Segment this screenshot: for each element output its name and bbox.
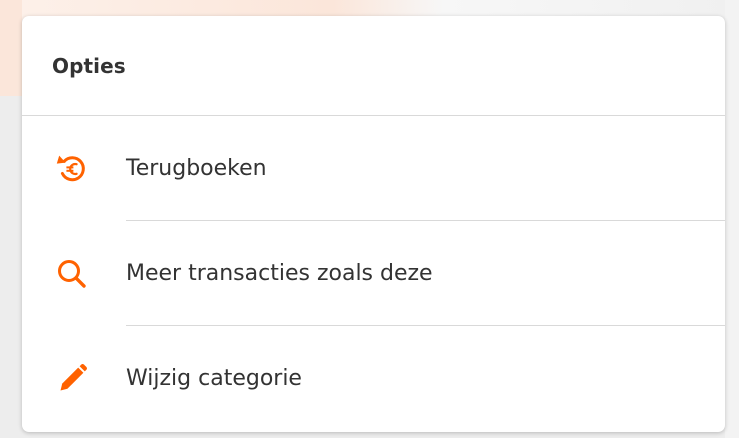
refund-euro-icon: [52, 149, 92, 189]
option-change-category-label: Wijzig categorie: [126, 366, 302, 391]
option-similar-transactions[interactable]: Meer transacties zoals deze: [22, 221, 725, 326]
option-change-category[interactable]: Wijzig categorie: [22, 326, 725, 431]
background-left: [0, 0, 22, 96]
option-similar-transactions-label: Meer transacties zoals deze: [126, 261, 433, 286]
options-card: Opties Terugboeken Meer transacties zoal…: [22, 16, 725, 432]
search-icon: [52, 254, 92, 294]
option-refund-label: Terugboeken: [126, 156, 267, 181]
background-right: [725, 0, 739, 438]
pencil-icon: [52, 359, 92, 399]
option-refund[interactable]: Terugboeken: [22, 116, 725, 221]
options-title: Opties: [52, 53, 126, 78]
options-header: Opties: [22, 16, 725, 116]
